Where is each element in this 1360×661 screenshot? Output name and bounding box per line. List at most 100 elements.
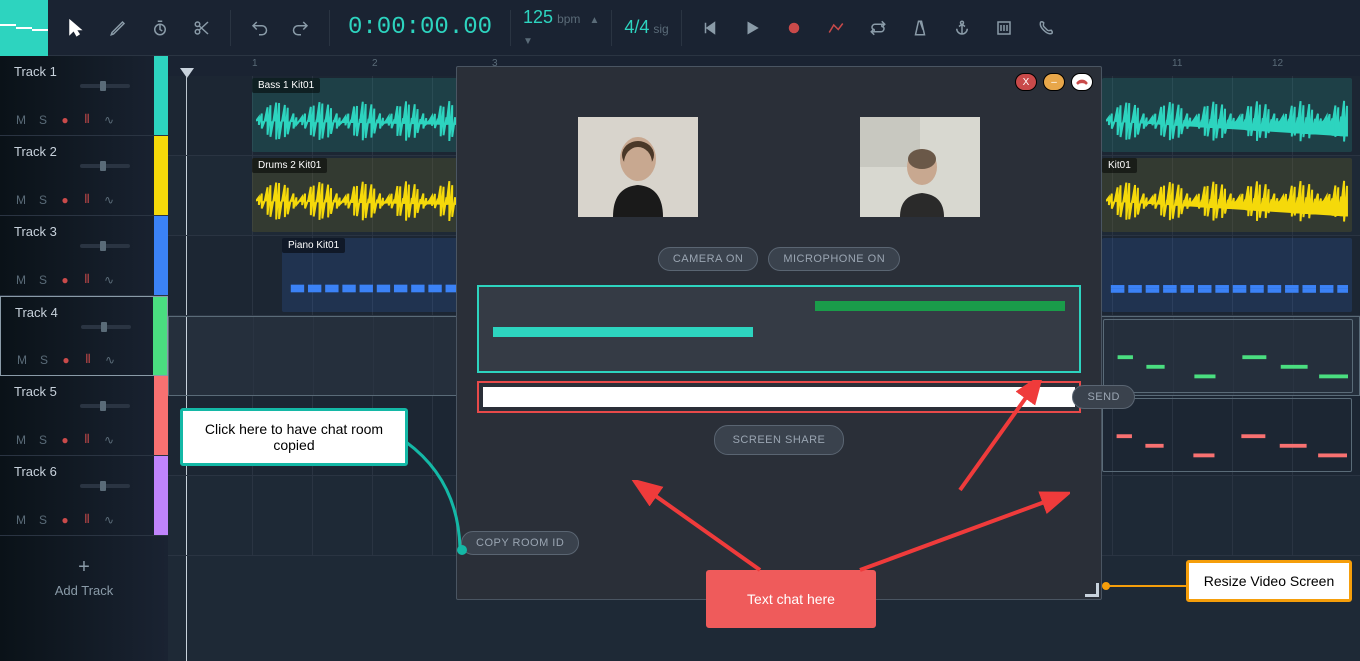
input-icon[interactable]: ⦀ <box>80 112 94 127</box>
solo-button[interactable]: S <box>36 273 50 287</box>
mute-button[interactable]: M <box>14 433 28 447</box>
mute-button[interactable]: M <box>15 353 29 367</box>
call-icon[interactable] <box>1026 8 1066 48</box>
microphone-toggle-button[interactable]: MICROPHONE ON <box>768 247 900 271</box>
resize-handle[interactable] <box>1083 581 1099 597</box>
time-signature-display[interactable]: 4/4sig <box>612 17 680 38</box>
volume-slider[interactable] <box>80 244 130 248</box>
volume-slider[interactable] <box>80 84 130 88</box>
audio-clip[interactable]: Drums 2 Kit01 <box>252 158 462 232</box>
mute-button[interactable]: M <box>14 193 28 207</box>
track-panel: Track 1 M S ● ⦀ ∿ Track 2 M S ● ⦀ ∿ Trac… <box>0 56 168 661</box>
record-arm-icon[interactable]: ● <box>58 113 72 127</box>
clip-label: Piano Kit01 <box>282 238 345 253</box>
solo-button[interactable]: S <box>36 113 50 127</box>
track-name-label: Track 4 <box>15 305 167 320</box>
record-arm-icon[interactable]: ● <box>58 513 72 527</box>
input-icon[interactable]: ⦀ <box>81 352 95 367</box>
track-name-label: Track 5 <box>14 384 168 399</box>
main-toolbar: 0:00:00.00 125bpm ▲▼ 4/4sig <box>0 0 1360 56</box>
volume-slider[interactable] <box>80 484 130 488</box>
midi-clip[interactable] <box>1102 398 1352 472</box>
solo-button[interactable]: S <box>36 193 50 207</box>
scissors-tool-icon[interactable] <box>182 8 222 48</box>
record-arm-icon[interactable]: ● <box>59 353 73 367</box>
track-header[interactable]: Track 2 M S ● ⦀ ∿ <box>0 136 168 216</box>
redo-icon[interactable] <box>281 8 321 48</box>
time-display[interactable]: 0:00:00.00 <box>330 14 510 41</box>
skip-back-icon[interactable] <box>690 8 730 48</box>
track-color-strip <box>153 297 167 375</box>
automation-lane-icon[interactable]: ∿ <box>102 113 116 127</box>
input-icon[interactable]: ⦀ <box>80 432 94 447</box>
camera-toggle-button[interactable]: CAMERA ON <box>658 247 759 271</box>
track-color-strip <box>154 56 168 135</box>
video-feed-local <box>578 117 698 217</box>
chat-text-input[interactable] <box>483 387 1075 407</box>
mute-button[interactable]: M <box>14 113 28 127</box>
ruler-mark: 1 <box>252 58 258 69</box>
automation-icon[interactable] <box>816 8 856 48</box>
add-track-label: Add Track <box>55 583 114 598</box>
close-window-icon[interactable]: X <box>1015 73 1037 91</box>
midi-clip[interactable]: Piano Kit01 <box>282 238 462 312</box>
timer-tool-icon[interactable] <box>140 8 180 48</box>
volume-slider[interactable] <box>80 164 130 168</box>
midi-clip[interactable] <box>1102 238 1352 312</box>
chat-message-local <box>493 327 753 337</box>
record-arm-icon[interactable]: ● <box>58 193 72 207</box>
volume-slider[interactable] <box>81 325 131 329</box>
loop-icon[interactable] <box>858 8 898 48</box>
automation-lane-icon[interactable]: ∿ <box>102 193 116 207</box>
screen-share-button[interactable]: SCREEN SHARE <box>714 425 845 455</box>
track-color-strip <box>154 136 168 215</box>
send-button[interactable]: SEND <box>1072 385 1135 409</box>
track-name-label: Track 2 <box>14 144 168 159</box>
pointer-tool-icon[interactable] <box>56 8 96 48</box>
clip-label: Drums 2 Kit01 <box>252 158 327 173</box>
track-header[interactable]: Track 4 M S ● ⦀ ∿ <box>0 296 168 376</box>
audio-clip[interactable]: Bass 1 Kit01 <box>252 78 462 152</box>
input-icon[interactable]: ⦀ <box>80 512 94 527</box>
track-header[interactable]: Track 3 M S ● ⦀ ∿ <box>0 216 168 296</box>
hamburger-menu-button[interactable] <box>0 0 48 56</box>
anchor-icon[interactable] <box>942 8 982 48</box>
input-icon[interactable]: ⦀ <box>80 192 94 207</box>
metronome-icon[interactable] <box>900 8 940 48</box>
modal-header[interactable]: X – <box>457 67 1101 97</box>
record-icon[interactable] <box>774 8 814 48</box>
mute-button[interactable]: M <box>14 273 28 287</box>
automation-lane-icon[interactable]: ∿ <box>102 273 116 287</box>
mute-button[interactable]: M <box>14 513 28 527</box>
track-color-strip <box>154 376 168 455</box>
volume-slider[interactable] <box>80 404 130 408</box>
undo-icon[interactable] <box>239 8 279 48</box>
track-color-strip <box>154 456 168 535</box>
automation-lane-icon[interactable]: ∿ <box>102 513 116 527</box>
audio-clip[interactable]: Kit01 <box>1102 158 1352 232</box>
record-arm-icon[interactable]: ● <box>58 273 72 287</box>
bpm-display[interactable]: 125bpm ▲▼ <box>511 7 611 49</box>
play-icon[interactable] <box>732 8 772 48</box>
solo-button[interactable]: S <box>37 353 51 367</box>
clip-label: Kit01 <box>1102 158 1137 173</box>
track-header[interactable]: Track 1 M S ● ⦀ ∿ <box>0 56 168 136</box>
input-icon[interactable]: ⦀ <box>80 272 94 287</box>
add-track-button[interactable]: + Add Track <box>0 536 168 618</box>
track-header[interactable]: Track 5 M S ● ⦀ ∿ <box>0 376 168 456</box>
record-arm-icon[interactable]: ● <box>58 433 72 447</box>
solo-button[interactable]: S <box>36 513 50 527</box>
pencil-tool-icon[interactable] <box>98 8 138 48</box>
mixer-icon[interactable] <box>984 8 1024 48</box>
minimize-window-icon[interactable]: – <box>1043 73 1065 91</box>
automation-lane-icon[interactable]: ∿ <box>103 353 117 367</box>
audio-clip[interactable] <box>1102 78 1352 152</box>
copy-room-id-button[interactable]: COPY ROOM ID <box>461 531 579 555</box>
track-color-strip <box>154 216 168 295</box>
ruler-mark: 2 <box>372 58 378 69</box>
midi-clip[interactable] <box>1103 319 1353 393</box>
solo-button[interactable]: S <box>36 433 50 447</box>
track-header[interactable]: Track 6 M S ● ⦀ ∿ <box>0 456 168 536</box>
automation-lane-icon[interactable]: ∿ <box>102 433 116 447</box>
hangup-icon[interactable] <box>1071 73 1093 91</box>
